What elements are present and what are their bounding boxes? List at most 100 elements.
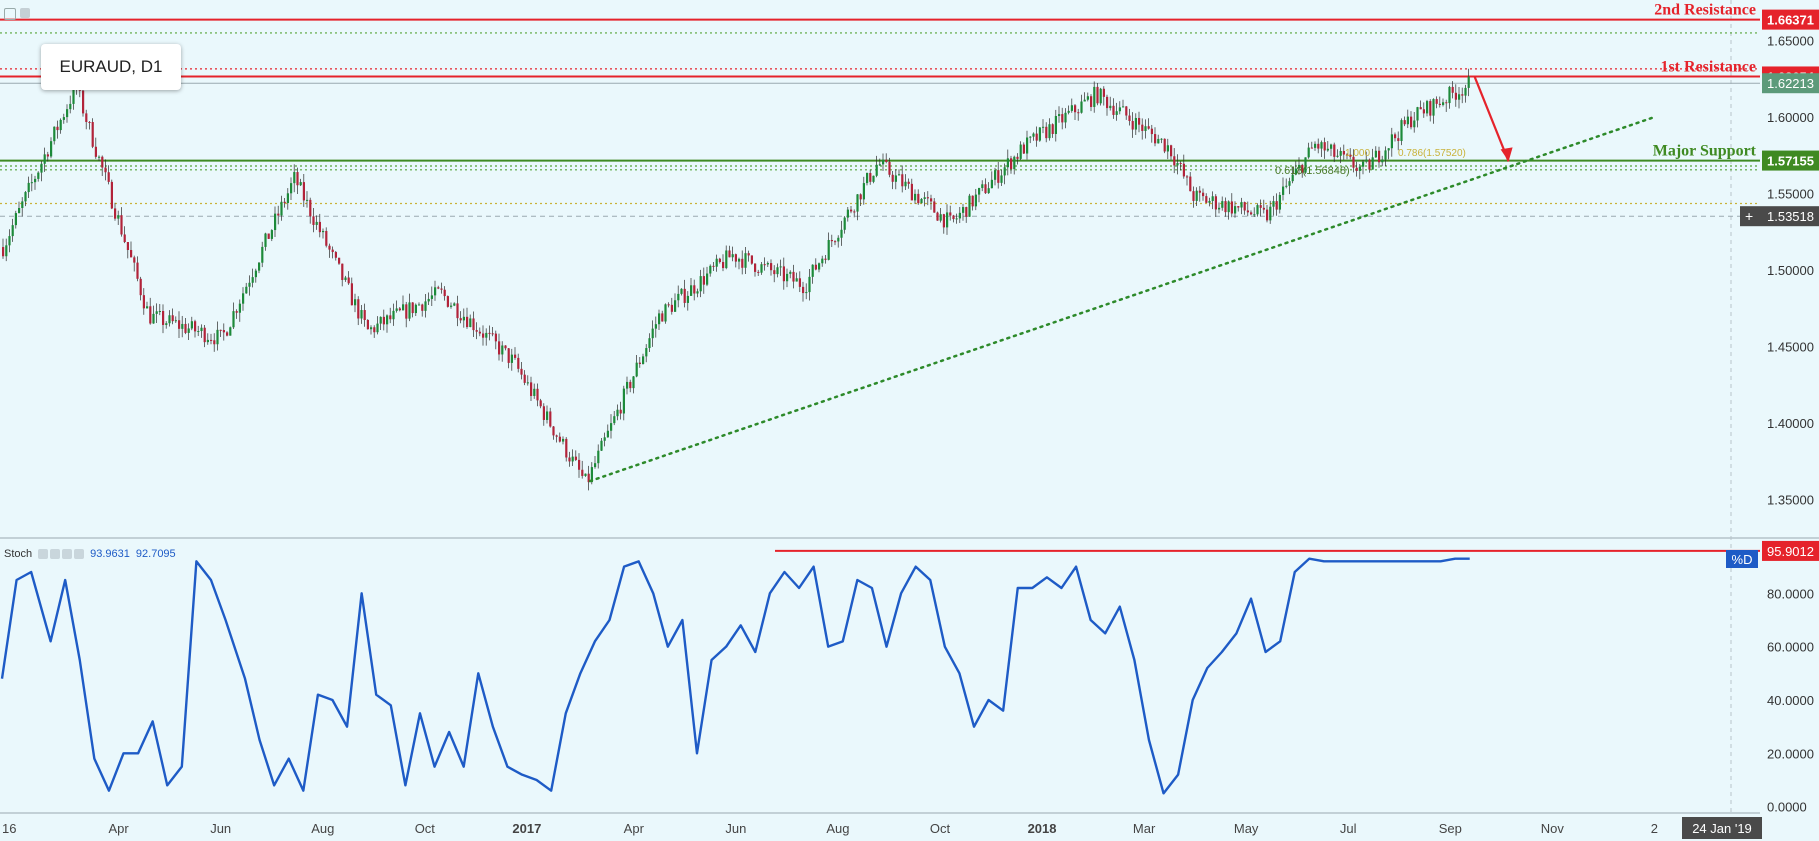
time-tick-6: Apr [624,821,645,836]
candle-body [942,214,945,228]
candle-body [437,287,440,289]
candle-body [1256,205,1259,215]
candle-body [85,113,88,122]
candle-body [1189,176,1192,192]
candle-body [757,271,760,273]
candle-body [978,188,981,195]
candle-body [1266,209,1269,221]
candle-body [1131,120,1134,130]
candle-body [933,201,936,213]
candle-body [472,318,475,331]
candles [2,68,1470,491]
candle-body [1307,147,1310,158]
stoch-tick-2: 40.0000 [1767,693,1814,708]
candle-body [981,184,984,189]
candle-body [869,172,872,182]
candle-body [1160,138,1163,140]
candle-body [1195,190,1198,201]
candle-body [1006,158,1009,168]
candle-body [251,277,254,283]
candle-body [82,90,85,114]
candle-body [1042,126,1045,128]
candle-body [229,327,232,336]
candle-body [398,308,401,311]
candle-body [1163,138,1166,152]
panel-options-icon[interactable] [20,8,30,18]
candle-body [597,450,600,464]
candle-body [971,195,974,207]
candle-body [11,225,14,237]
candle-body [1224,201,1227,213]
candle-body [1227,201,1230,213]
candle-body [712,265,715,267]
visibility-icon[interactable] [38,549,49,559]
candle-body [366,320,369,330]
candle-body [1026,137,1029,154]
add-icon[interactable] [62,549,73,559]
candle-body [235,311,238,313]
candle-body [5,245,8,257]
close-icon[interactable] [74,549,85,559]
candle-body [754,263,757,272]
candle-body [1464,87,1467,96]
candle-body [149,306,152,324]
candle-body [1246,210,1249,213]
indicator-buttons[interactable] [38,549,85,559]
candle-body [158,311,161,313]
candle-body [859,194,862,200]
candle-body [1413,120,1416,128]
candle-body [1109,105,1112,109]
candle-body [734,254,737,262]
candle-body [1045,126,1048,139]
candle-body [1336,155,1339,157]
settings-icon[interactable] [50,549,61,559]
candle-body [30,182,33,184]
candle-body [8,236,11,246]
symbol-label: EURAUD, D1 [59,57,163,76]
candle-body [1253,214,1256,216]
candle-body [424,301,427,311]
candle-body [117,215,120,219]
candle-body [1390,134,1393,149]
candle-body [514,354,517,358]
candle-body [750,255,753,264]
candle-body [987,188,990,194]
candle-body [1112,105,1115,115]
candle-body [392,310,395,320]
candle-body [891,174,894,182]
candle-body [107,172,110,182]
candle-body [798,278,801,287]
stoch-tick-3: 20.0000 [1767,746,1814,761]
candle-body [722,261,725,269]
candle-body [379,316,382,324]
candle-body [920,198,923,204]
candle-body [43,154,46,164]
candle-body [680,288,683,294]
candle-body [776,267,779,275]
candle-body [1150,128,1153,135]
candle-body [686,295,689,303]
price-chart[interactable]: 2nd Resistance1.663711st Resistance1.626… [0,0,1819,841]
candle-body [1355,167,1358,171]
candle-body [1208,200,1211,203]
candle-body [190,321,193,329]
candle-body [200,327,203,332]
candle-body [642,356,645,364]
candle-body [968,195,971,217]
candle-body [293,172,296,184]
candle-body [568,457,571,462]
candle-body [184,323,187,333]
candle-body [171,315,174,322]
candle-body [104,167,107,173]
candle-body [206,339,209,343]
candle-body [299,182,302,186]
candle-body [875,164,878,176]
candle-body [1230,201,1233,214]
price-tick-4: 1.45000 [1767,339,1814,354]
candle-body [498,341,501,355]
candle-body [322,230,325,233]
candle-body [606,430,609,438]
candle-body [123,234,126,243]
candle-body [558,436,561,442]
panel-toggle-icon[interactable] [4,8,16,20]
